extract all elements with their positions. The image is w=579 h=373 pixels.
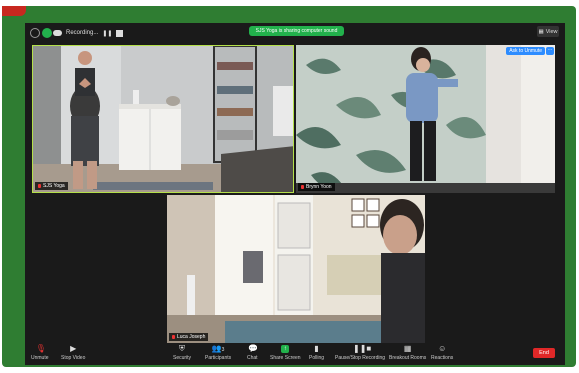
share-screen-button[interactable]: ↑ Share Screen	[270, 345, 301, 361]
chat-label: Chat	[247, 355, 258, 361]
pause-stop-icon: ❚❚■	[353, 344, 372, 353]
security-button[interactable]: ⛨ Security	[173, 344, 192, 362]
recording-indicator: Recording... ❚❚	[53, 26, 124, 40]
muted-mic-icon	[301, 185, 304, 189]
pause-stop-recording-button[interactable]: ❚❚■ Pause/Stop Recording	[335, 344, 386, 362]
video-camera-icon: ▶	[70, 344, 77, 353]
muted-mic-icon	[38, 184, 41, 188]
bar-chart-icon: ▮	[314, 344, 319, 353]
name-label: Brynn Yoon	[298, 183, 335, 191]
tile-more-button[interactable]: ···	[546, 47, 554, 55]
polling-label: Polling	[309, 355, 325, 361]
security-shield-icon[interactable]	[42, 28, 52, 38]
participants-label: Participants	[205, 355, 232, 361]
security-label: Security	[173, 355, 192, 361]
stop-recording-button[interactable]	[116, 29, 124, 37]
emoji-icon: ☺	[438, 344, 447, 353]
share-screen-label: Share Screen	[270, 355, 301, 361]
top-bar: Recording... ❚❚ SJS Yoga is sharing comp…	[25, 23, 565, 43]
view-button[interactable]: ▦ View	[537, 26, 559, 37]
red-corner-tab	[2, 6, 26, 16]
chat-button[interactable]: 💬 Chat	[247, 344, 259, 362]
breakout-rooms-button[interactable]: ▦ Breakout Rooms	[389, 344, 427, 362]
participants-button[interactable]: 👥3 Participants	[205, 344, 232, 362]
video-tile-brynn-yoon[interactable]: Ask to Unmute ··· Brynn Yoon	[296, 45, 555, 193]
ask-to-unmute-button[interactable]: Ask to Unmute	[506, 47, 545, 55]
luca-joseph-video	[167, 195, 425, 343]
grid-icon: ▦	[538, 28, 544, 35]
participant-name: SJS Yoga	[43, 183, 65, 189]
breakout-rooms-label: Breakout Rooms	[389, 355, 427, 361]
video-tile-luca-joseph[interactable]: Luca Joseph	[167, 195, 425, 343]
breakout-rooms-icon: ▦	[403, 344, 412, 353]
polling-button[interactable]: ▮ Polling	[309, 344, 325, 362]
participants-icon: 👥3	[211, 344, 225, 354]
info-icon[interactable]	[30, 28, 40, 38]
stop-video-button[interactable]: ▶ Stop Video	[61, 344, 86, 362]
stop-video-label: Stop Video	[61, 355, 86, 361]
participant-name: Brynn Yoon	[306, 184, 332, 190]
pause-recording-button[interactable]: ❚❚	[102, 30, 112, 37]
participants-count: 3	[221, 347, 225, 353]
brynn-yoon-video	[296, 45, 555, 193]
sound-share-banner[interactable]: SJS Yoga is sharing computer sound	[249, 26, 344, 36]
meeting-toolbar: 🎙 Unmute ▶ Stop Video ⛨ Security 👥3 Part…	[25, 343, 565, 365]
muted-mic-icon: 🎙	[35, 344, 46, 353]
share-screen-icon: ↑	[281, 345, 290, 353]
zoom-window: Recording... ❚❚ SJS Yoga is sharing comp…	[25, 23, 565, 365]
green-frame: Recording... ❚❚ SJS Yoga is sharing comp…	[2, 6, 576, 367]
unmute-label: Unmute	[31, 355, 49, 361]
video-tile-sjs-yoga[interactable]: SJS Yoga	[32, 45, 294, 193]
name-label: SJS Yoga	[35, 182, 68, 190]
shield-icon: ⛨	[179, 344, 186, 353]
chat-icon: 💬	[248, 344, 259, 353]
cloud-icon	[53, 30, 62, 36]
view-label: View	[545, 28, 558, 35]
reactions-label: Reactions	[431, 355, 454, 361]
name-label: Luca Joseph	[169, 333, 209, 341]
sjs-yoga-video	[33, 46, 293, 192]
muted-mic-icon	[172, 335, 175, 339]
participant-name: Luca Joseph	[177, 334, 206, 340]
reactions-button[interactable]: ☺ Reactions	[431, 344, 454, 362]
unmute-button[interactable]: 🎙 Unmute	[31, 344, 49, 362]
end-meeting-button[interactable]: End	[533, 348, 555, 358]
recording-label: Recording...	[66, 30, 99, 36]
pause-stop-recording-label: Pause/Stop Recording	[335, 355, 386, 361]
